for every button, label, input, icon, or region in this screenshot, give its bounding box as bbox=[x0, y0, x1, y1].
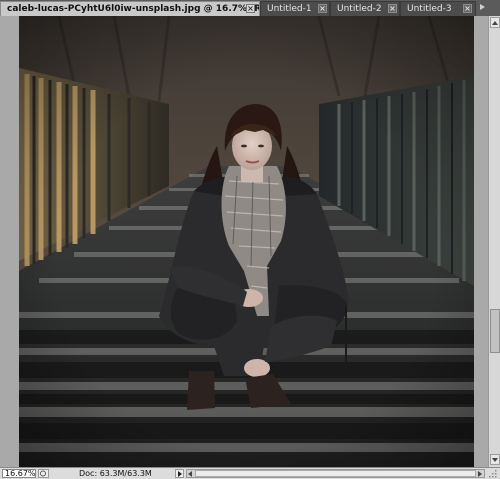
scroll-up-button[interactable] bbox=[490, 17, 500, 28]
vertical-scrollbar[interactable] bbox=[488, 16, 500, 467]
play-arrow-icon bbox=[178, 471, 182, 477]
close-icon[interactable]: × bbox=[463, 4, 472, 13]
resize-grip-icon[interactable] bbox=[488, 469, 498, 478]
status-menu-button[interactable] bbox=[175, 469, 184, 478]
horizontal-scroll-thumb[interactable] bbox=[195, 470, 476, 477]
tab-caleb-lucas-photo[interactable]: caleb-lucas-PCyhtU6l0iw-unsplash.jpg @ 1… bbox=[0, 1, 260, 17]
document-tab-bar: caleb-lucas-PCyhtU6l0iw-unsplash.jpg @ 1… bbox=[0, 0, 500, 17]
tab-label: Untitled-3 bbox=[407, 4, 452, 14]
vertical-scroll-thumb[interactable] bbox=[490, 309, 500, 353]
horizontal-scrollbar[interactable] bbox=[186, 469, 485, 478]
document-canvas[interactable] bbox=[0, 16, 488, 467]
arrow-right-icon[interactable] bbox=[478, 471, 482, 477]
close-icon[interactable]: × bbox=[388, 4, 397, 13]
scroll-down-button[interactable] bbox=[490, 454, 500, 465]
arrow-up-icon bbox=[492, 21, 498, 25]
zoom-level-field[interactable]: 16.67% bbox=[2, 469, 36, 478]
close-icon[interactable]: × bbox=[318, 4, 327, 13]
tab-untitled-1[interactable]: Untitled-1 × bbox=[260, 1, 330, 16]
arrow-left-icon[interactable] bbox=[188, 471, 192, 477]
status-bar: 16.67% Doc: 63.3M/63.3M bbox=[0, 467, 500, 479]
tab-untitled-3[interactable]: Untitled-3 × bbox=[400, 1, 476, 16]
document-size-info: Doc: 63.3M/63.3M bbox=[79, 469, 152, 478]
tab-label: Untitled-1 bbox=[267, 4, 312, 14]
tab-untitled-2[interactable]: Untitled-2 × bbox=[330, 1, 400, 16]
document-photo bbox=[19, 16, 474, 467]
photoshop-document-window: caleb-lucas-PCyhtU6l0iw-unsplash.jpg @ 1… bbox=[0, 0, 500, 479]
more-tabs-icon[interactable] bbox=[480, 4, 485, 10]
arrow-down-icon bbox=[492, 458, 498, 462]
zoom-button[interactable] bbox=[38, 469, 49, 478]
zoom-icon bbox=[40, 470, 46, 477]
tab-label: caleb-lucas-PCyhtU6l0iw-unsplash.jpg @ 1… bbox=[7, 4, 259, 14]
close-icon[interactable]: × bbox=[246, 4, 255, 13]
tab-label: Untitled-2 bbox=[337, 4, 382, 14]
